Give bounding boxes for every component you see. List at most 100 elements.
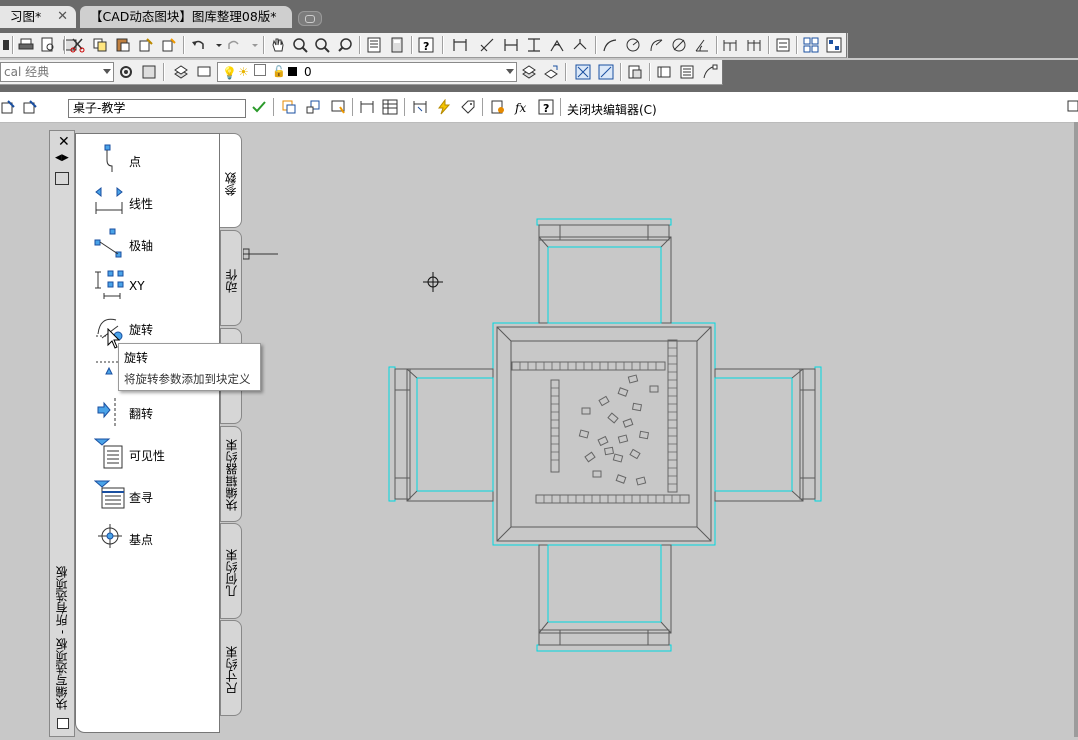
tool-point-parameter[interactable]: 点 bbox=[90, 144, 220, 180]
tab-close-icon[interactable]: ✕ bbox=[57, 6, 68, 28]
document-tab-active[interactable]: 习图* ✕ bbox=[0, 6, 76, 28]
help-icon[interactable]: ? bbox=[538, 99, 554, 115]
make-layer-current-icon[interactable] bbox=[521, 64, 537, 80]
define-attribute-icon[interactable] bbox=[359, 99, 375, 115]
visibility-parameter-icon bbox=[94, 438, 123, 469]
viewport-freeze-icon bbox=[254, 64, 266, 76]
layer-list-icon[interactable] bbox=[679, 64, 695, 80]
dim-aligned-icon[interactable] bbox=[479, 37, 495, 53]
tool-lookup-parameter[interactable]: 查寻 bbox=[90, 480, 220, 516]
cut-icon[interactable] bbox=[70, 37, 86, 53]
dim-vertical-icon[interactable] bbox=[526, 37, 542, 53]
dim-linear-icon[interactable] bbox=[452, 37, 468, 53]
block-table-icon[interactable] bbox=[382, 99, 398, 115]
dim-continue-icon[interactable] bbox=[746, 37, 762, 53]
auto-hide-icon[interactable]: ◀▶ bbox=[55, 153, 69, 163]
workspace-settings-icon[interactable] bbox=[118, 64, 134, 80]
tool-palette-icon[interactable] bbox=[803, 37, 819, 53]
undo-icon[interactable] bbox=[190, 37, 206, 53]
dim-horizontal-icon[interactable] bbox=[503, 37, 519, 53]
dim-space-icon[interactable] bbox=[775, 37, 791, 53]
print-icon[interactable] bbox=[18, 37, 34, 53]
palette-close-icon[interactable]: ✕ bbox=[58, 134, 70, 150]
tab-dimensional-constraints[interactable]: 尺寸约束 bbox=[220, 620, 242, 716]
layer-previous-icon[interactable] bbox=[543, 64, 559, 80]
zoom-previous-icon[interactable] bbox=[337, 37, 353, 53]
ucs-marker bbox=[242, 248, 278, 260]
tool-polar-parameter[interactable]: 极轴 bbox=[90, 228, 220, 264]
tab-geometric-constraints[interactable]: 几何约束 bbox=[220, 523, 242, 619]
layer-properties-icon[interactable] bbox=[173, 64, 189, 80]
tool-basepoint-parameter[interactable]: 基点 bbox=[90, 522, 220, 558]
zoom-window-icon[interactable] bbox=[314, 37, 330, 53]
toolbar-overflow-icon[interactable] bbox=[1066, 99, 1078, 115]
calculator-icon[interactable] bbox=[389, 37, 405, 53]
authoring-palettes-icon[interactable] bbox=[281, 99, 297, 115]
palette-settings-icon[interactable] bbox=[57, 718, 69, 729]
properties-icon[interactable] bbox=[366, 37, 382, 53]
dim-baseline-icon[interactable] bbox=[722, 37, 738, 53]
attribute-definition-icon[interactable] bbox=[490, 99, 506, 115]
palette-properties-icon[interactable] bbox=[55, 172, 69, 185]
dim-diameter-icon[interactable] bbox=[671, 37, 687, 53]
match-properties-icon[interactable] bbox=[138, 37, 154, 53]
chevron-down-icon bbox=[506, 69, 514, 74]
dim-arc-icon[interactable] bbox=[572, 37, 588, 53]
design-center-icon[interactable] bbox=[826, 37, 842, 53]
tab-actions[interactable]: 动作 bbox=[220, 230, 242, 326]
lightning-icon[interactable] bbox=[436, 99, 452, 115]
print-preview-icon[interactable] bbox=[40, 37, 56, 53]
layer-dropdown[interactable]: 💡 ☀ 🔓 0 bbox=[217, 62, 517, 82]
lock-icon: 🔓 bbox=[272, 65, 286, 78]
dim-leader-icon[interactable] bbox=[602, 37, 618, 53]
svg-text:?: ? bbox=[543, 102, 549, 115]
tab-label: 【CAD动态图块】图库整理08版* bbox=[90, 9, 277, 24]
dim-radius-icon[interactable] bbox=[625, 37, 641, 53]
tool-visibility-parameter[interactable]: 可见性 bbox=[90, 438, 220, 474]
redo-dropdown-icon[interactable] bbox=[247, 37, 263, 53]
parameter-manager-icon[interactable] bbox=[305, 99, 321, 115]
action-icon[interactable] bbox=[330, 99, 346, 115]
pan-icon[interactable] bbox=[270, 37, 286, 53]
layer-isolate-icon[interactable] bbox=[575, 64, 591, 80]
function-icon[interactable]: fx bbox=[514, 99, 530, 115]
tab-parameters[interactable]: 参数 bbox=[220, 133, 242, 228]
block-name-field[interactable]: 桌子-教学 bbox=[68, 99, 246, 118]
palette-title: 块编写选项板 - 所有选项板 bbox=[55, 566, 69, 710]
save-block-as-icon[interactable] bbox=[22, 99, 38, 115]
dim-angular-icon[interactable] bbox=[549, 37, 565, 53]
zoom-realtime-icon[interactable] bbox=[292, 37, 308, 53]
tag-icon[interactable] bbox=[460, 99, 476, 115]
scrollbar-area[interactable] bbox=[1074, 122, 1078, 737]
dim-jogged-icon[interactable] bbox=[648, 37, 664, 53]
block-editor-icon[interactable] bbox=[161, 37, 177, 53]
mouse-cursor-icon bbox=[107, 328, 121, 349]
undo-dropdown-icon[interactable] bbox=[211, 37, 227, 53]
tab-label: 参数 bbox=[224, 172, 238, 196]
match-layer-icon[interactable] bbox=[656, 64, 672, 80]
copy-icon[interactable] bbox=[92, 37, 108, 53]
paste-icon[interactable] bbox=[115, 37, 131, 53]
show-all-constraints-icon[interactable] bbox=[412, 99, 428, 115]
test-block-icon[interactable] bbox=[251, 99, 267, 115]
drawing-canvas[interactable] bbox=[242, 122, 1078, 737]
layer-unisolate-icon[interactable] bbox=[598, 64, 614, 80]
layer-state-icon[interactable] bbox=[197, 64, 213, 80]
chair-right bbox=[714, 366, 822, 502]
tool-xy-parameter[interactable]: XY bbox=[90, 270, 220, 306]
layer-walk-icon[interactable] bbox=[627, 64, 643, 80]
edit-block-icon[interactable] bbox=[0, 99, 16, 115]
close-block-editor-button[interactable]: 关闭块编辑器(C) bbox=[567, 101, 657, 118]
layer-change-icon[interactable] bbox=[702, 64, 718, 80]
open-icon[interactable] bbox=[2, 37, 18, 53]
tool-linear-parameter[interactable]: 线性 bbox=[90, 186, 220, 222]
tab-block-constraints[interactable]: 块编辑器约束 bbox=[220, 426, 242, 522]
dim-angle-icon[interactable] bbox=[694, 37, 710, 53]
workspace-dropdown[interactable]: cal 经典 bbox=[0, 62, 114, 82]
document-tab[interactable]: 【CAD动态图块】图库整理08版* bbox=[80, 6, 292, 28]
workspace-toolbar-icon[interactable] bbox=[141, 64, 157, 80]
redo-icon[interactable] bbox=[226, 37, 242, 53]
new-tab-icon[interactable] bbox=[298, 11, 322, 26]
tool-flip-parameter[interactable]: 翻转 bbox=[90, 396, 220, 432]
help-icon[interactable]: ? bbox=[418, 37, 434, 53]
